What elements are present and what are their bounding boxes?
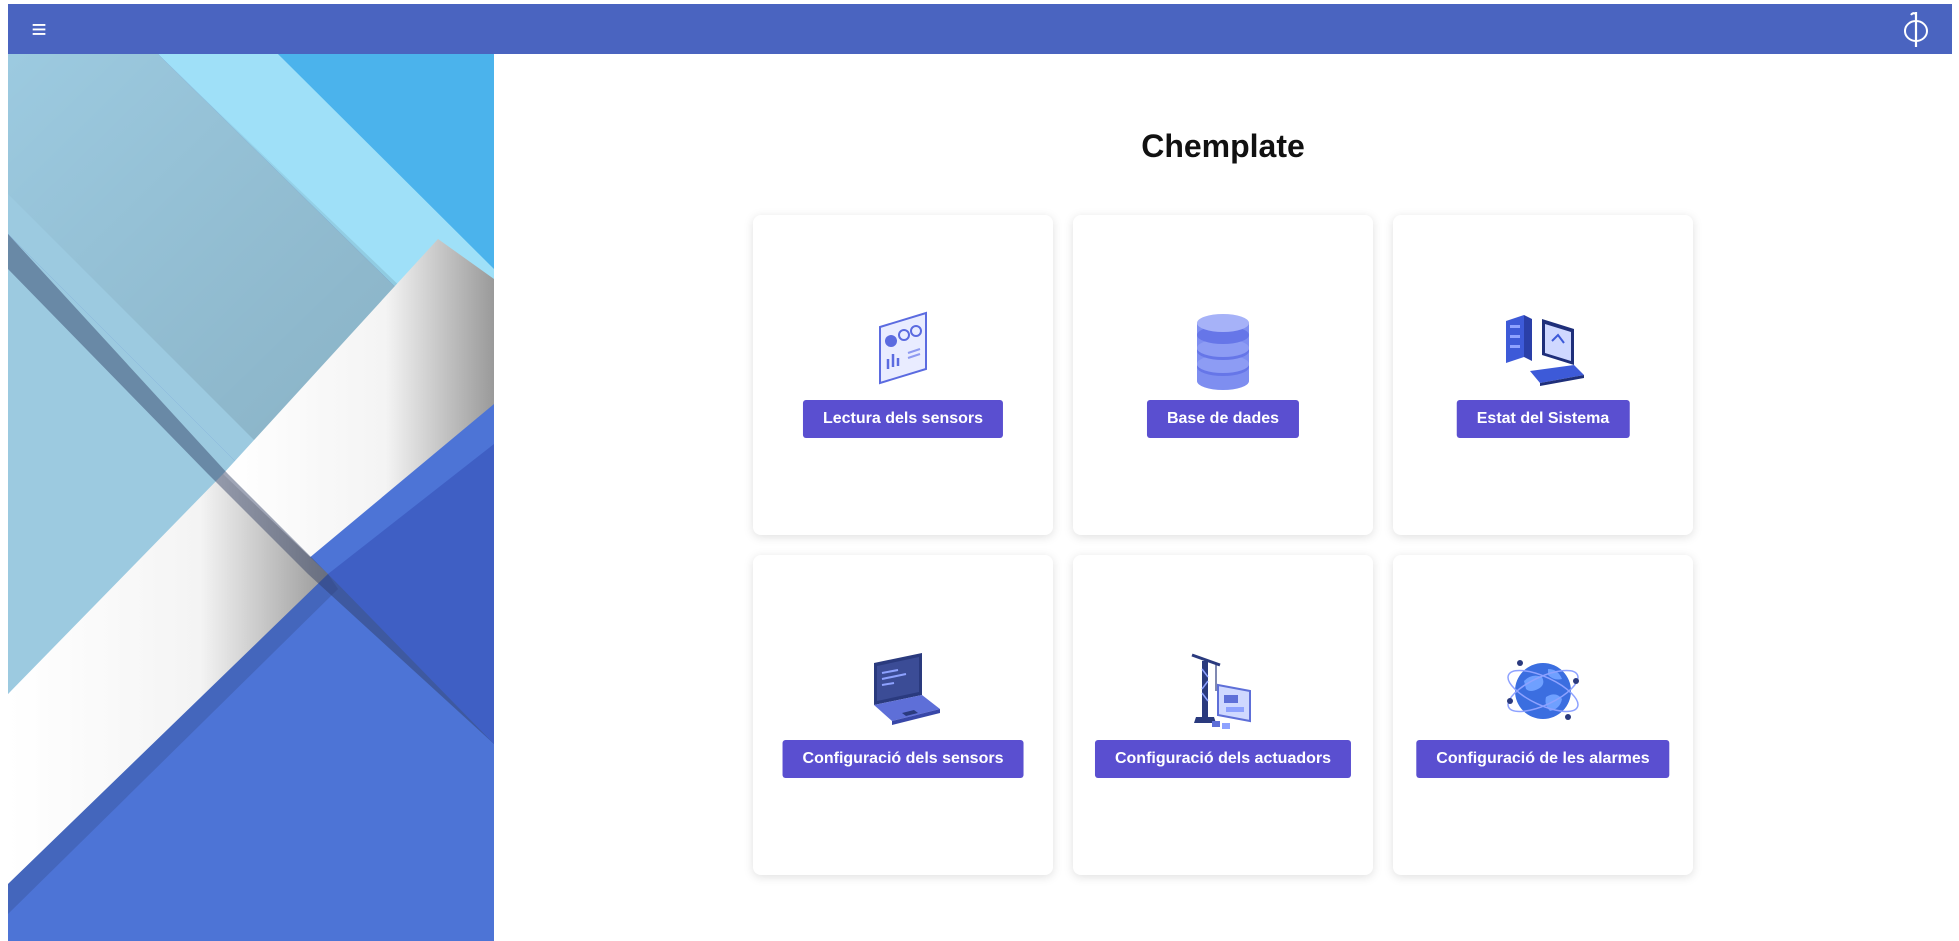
card-sensor-config: Configuració dels sensors <box>753 555 1053 875</box>
system-status-button[interactable]: Estat del Sistema <box>1456 400 1630 438</box>
laptop-code-icon <box>874 653 940 725</box>
app-window: ≡ Chemplate Lectura dels sensors Base de… <box>8 4 1952 941</box>
server-laptop-monitor-icon <box>1506 315 1584 386</box>
card-database: Base de dades <box>1073 215 1373 535</box>
decorative-background-art <box>8 54 494 941</box>
card-alarm-config: Configuració de les alarmes <box>1393 555 1693 875</box>
top-navbar: ≡ <box>8 4 1952 54</box>
sensor-config-button[interactable]: Configuració dels sensors <box>782 740 1024 778</box>
main-content: Chemplate Lectura dels sensors Base de d… <box>494 54 1952 941</box>
sensor-readings-button[interactable]: Lectura dels sensors <box>802 400 1004 438</box>
database-icon <box>1197 314 1249 390</box>
page-title: Chemplate <box>1141 128 1305 164</box>
phi-logo-icon[interactable] <box>1896 9 1936 49</box>
dashboard-analytics-icon <box>879 311 927 385</box>
actuator-config-button[interactable]: Configuració dels actuadors <box>1094 740 1352 778</box>
hamburger-menu-icon[interactable]: ≡ <box>24 14 54 44</box>
crane-blueprint-icon <box>1191 653 1251 729</box>
card-sensor-readings: Lectura dels sensors <box>753 215 1053 535</box>
globe-network-icon <box>1507 660 1579 720</box>
card-system-status: Estat del Sistema <box>1393 215 1693 535</box>
menu-cards-grid: Lectura dels sensors Base de dades Estat… <box>753 215 1693 875</box>
database-button[interactable]: Base de dades <box>1146 400 1300 438</box>
alarm-config-button[interactable]: Configuració de les alarmes <box>1416 740 1670 778</box>
card-actuator-config: Configuració dels actuadors <box>1073 555 1373 875</box>
